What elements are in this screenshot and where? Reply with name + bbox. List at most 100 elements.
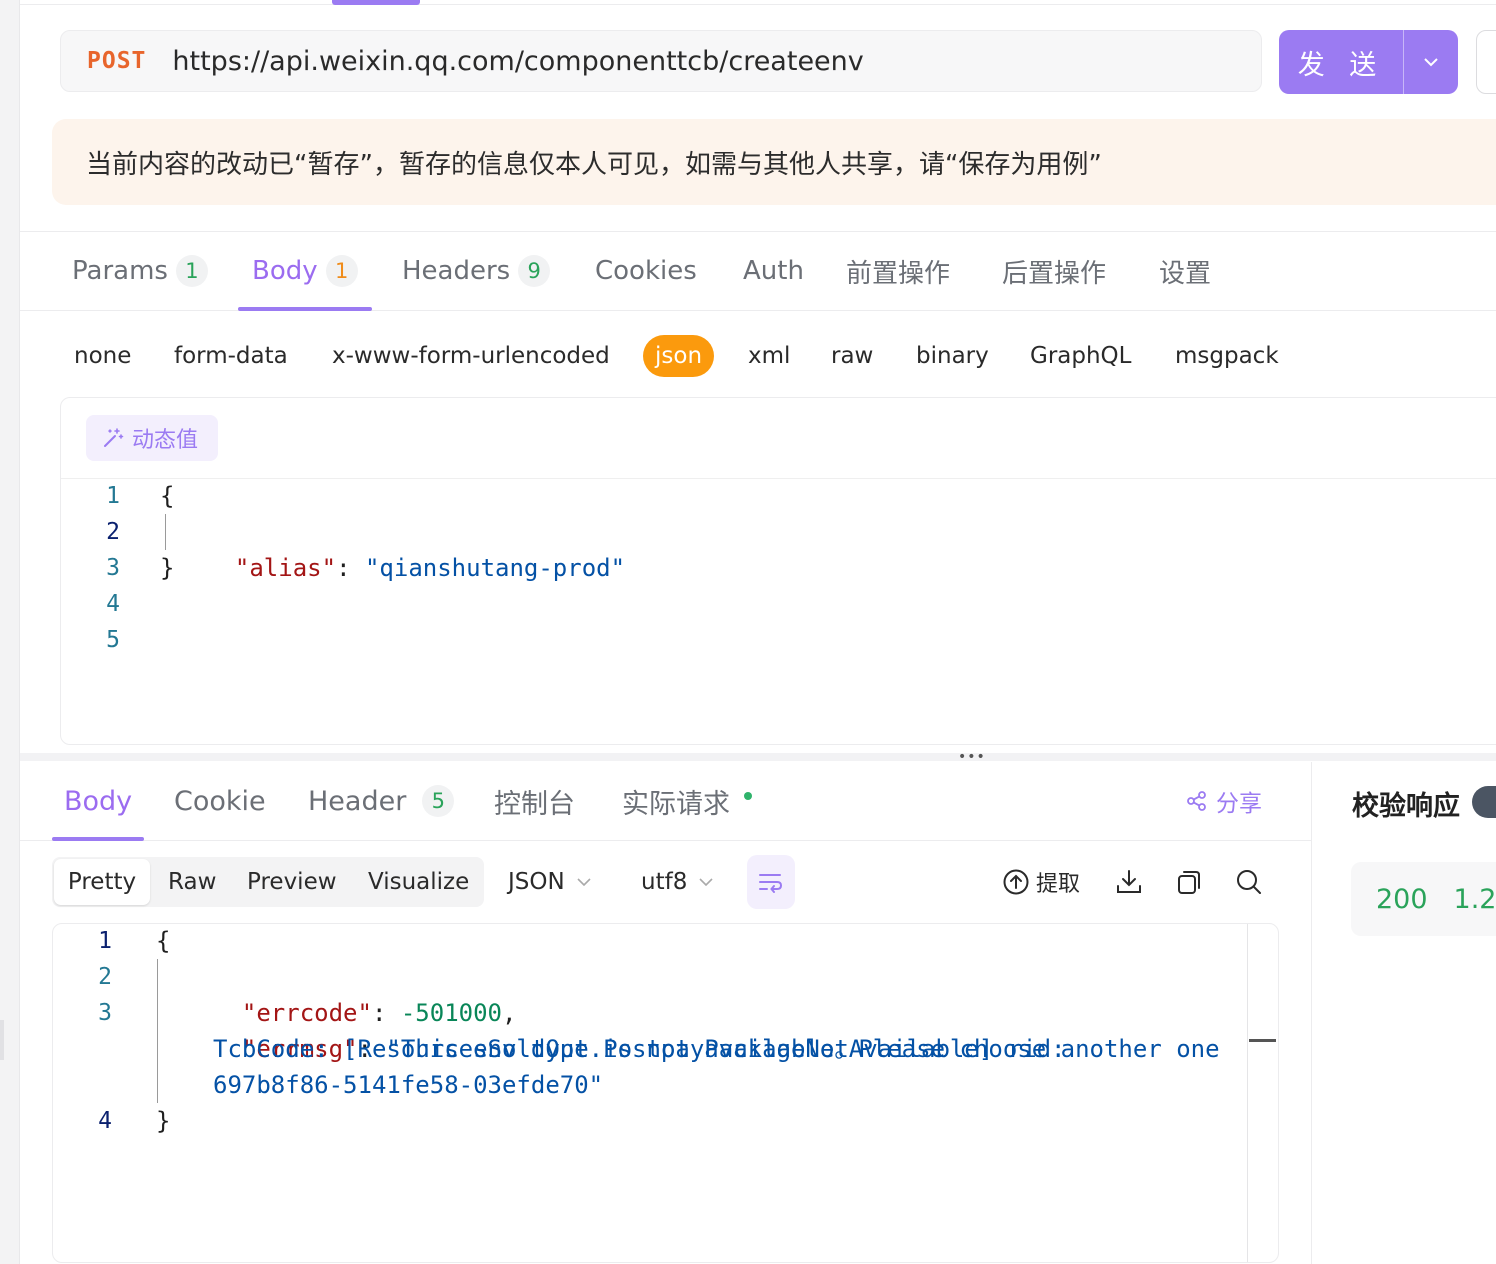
body-type-urlencoded[interactable]: x-www-form-urlencoded	[332, 343, 610, 369]
body-type-json[interactable]: json	[643, 335, 715, 377]
tab-params[interactable]: Params 1	[72, 232, 208, 310]
tab-label: Params	[72, 256, 168, 286]
body-type-binary[interactable]: binary	[916, 343, 989, 369]
tab-body[interactable]: Body 1	[238, 232, 372, 311]
json-colon: :	[336, 554, 365, 582]
tab-label: Body	[252, 256, 318, 286]
draft-notice: 当前内容的改动已“暂存”，暂存的信息仅本人可见，如需与其他人共享，请“保存为用例…	[52, 119, 1496, 205]
tab-response-header[interactable]: Header 5	[308, 762, 455, 840]
indent-guide	[157, 959, 158, 1103]
body-type-msgpack[interactable]: msgpack	[1175, 343, 1279, 369]
json-value-continued: TcbCode: [ResourcesSoldOut.PostpayPackag…	[213, 1035, 1066, 1063]
url-input[interactable]: https://api.weixin.qq.com/componenttcb/c…	[172, 46, 863, 77]
word-wrap-icon	[759, 874, 783, 893]
view-pretty[interactable]: Pretty	[54, 859, 150, 905]
verify-response-title: 校验响应	[1352, 791, 1460, 822]
panel-splitter[interactable]	[20, 753, 1496, 761]
scrollbar-track[interactable]	[1247, 924, 1248, 1262]
editor-divider	[61, 478, 1496, 479]
body-type-graphql[interactable]: GraphQL	[1030, 343, 1131, 369]
tab-headers[interactable]: Headers 9	[402, 232, 551, 310]
view-visualize[interactable]: Visualize	[368, 859, 469, 905]
copy-button[interactable]	[1171, 864, 1207, 900]
tab-pre-actions[interactable]: 前置操作	[846, 232, 950, 310]
count-badge: 5	[422, 785, 455, 817]
tab-label: Headers	[402, 256, 511, 286]
json-key: "alias"	[234, 554, 337, 582]
left-gutter	[0, 0, 20, 1264]
dynamic-value-button[interactable]: 动态值	[86, 415, 218, 461]
line-number: 4	[98, 1108, 112, 1134]
tab-console[interactable]: 控制台	[494, 762, 575, 840]
tab-response-body[interactable]: Body	[51, 762, 145, 841]
status-code: 200	[1376, 883, 1428, 915]
line-number: 2	[106, 519, 120, 545]
code-token: }	[156, 1107, 171, 1135]
tab-label: 设置	[1159, 258, 1212, 289]
line-number: 2	[98, 964, 112, 990]
encoding-select[interactable]: utf8	[641, 857, 713, 907]
view-mode-segmented: Pretty Raw Preview Visualize	[52, 857, 484, 907]
code-token: {	[160, 482, 175, 510]
http-method[interactable]: POST	[87, 48, 146, 74]
encoding-value: utf8	[641, 869, 688, 895]
view-raw[interactable]: Raw	[168, 859, 216, 905]
status-dot	[744, 792, 752, 800]
body-type-raw[interactable]: raw	[831, 343, 873, 369]
tab-label: 控制台	[494, 788, 575, 820]
left-resize-handle[interactable]	[0, 1020, 4, 1060]
format-value: JSON	[508, 869, 565, 895]
code-line: "errmsg": "This env type is not availabl…	[241, 1035, 1220, 1063]
notice-text: 当前内容的改动已“暂存”，暂存的信息仅本人可见，如需与其他人共享，请“保存为用例…	[86, 149, 1102, 180]
magic-wand-icon	[104, 428, 124, 447]
tab-label: 实际请求	[622, 788, 730, 820]
send-dropdown[interactable]	[1404, 57, 1458, 67]
save-button[interactable]	[1476, 30, 1496, 94]
view-preview[interactable]: Preview	[247, 859, 337, 905]
tab-label: Cookies	[595, 256, 697, 286]
chevron-down-icon	[577, 878, 591, 886]
line-number: 3	[98, 1000, 112, 1026]
extract-label: 提取	[1036, 872, 1081, 897]
share-button[interactable]: 分享	[1186, 762, 1262, 840]
code-line: "errcode": -501000,	[241, 999, 517, 1027]
response-tabs: Body Cookie Header 5 控制台 实际请求	[20, 762, 1311, 841]
line-number: 3	[106, 555, 120, 581]
code-token: }	[160, 554, 175, 582]
download-icon	[1117, 870, 1141, 893]
tab-label: Auth	[743, 256, 804, 286]
tab-actual-request[interactable]: 实际请求	[622, 762, 752, 840]
tab-post-actions[interactable]: 后置操作	[1002, 232, 1106, 310]
count-badge: 9	[518, 255, 551, 287]
line-number: 1	[98, 928, 112, 954]
drag-handle-icon[interactable]: •••	[958, 750, 986, 764]
tab-cookies[interactable]: Cookies	[595, 232, 697, 310]
tab-label: 后置操作	[1002, 258, 1107, 289]
upload-circle-icon	[1003, 869, 1029, 895]
tab-label: Body	[64, 785, 133, 817]
format-select[interactable]: JSON	[508, 857, 591, 907]
search-button[interactable]	[1231, 864, 1267, 900]
tab-auth[interactable]: Auth	[743, 232, 804, 310]
body-type-xml[interactable]: xml	[748, 343, 790, 369]
share-label: 分享	[1216, 791, 1262, 817]
count-badge: 1	[325, 255, 358, 287]
code-token: {	[156, 927, 171, 955]
tab-settings[interactable]: 设置	[1159, 232, 1211, 310]
body-type-form-data[interactable]: form-data	[174, 343, 288, 369]
copy-icon	[1178, 871, 1200, 894]
request-tabs: Params 1 Body 1 Headers 9 Cookies Auth 前…	[20, 232, 1496, 311]
url-bar[interactable]: POST https://api.weixin.qq.com/component…	[60, 30, 1262, 92]
tab-response-cookie[interactable]: Cookie	[174, 762, 266, 840]
body-type-none[interactable]: none	[74, 343, 131, 369]
scrollbar-marker[interactable]	[1249, 1039, 1276, 1042]
send-button[interactable]: 发 送	[1279, 30, 1458, 94]
indent-guide	[165, 514, 166, 550]
word-wrap-button[interactable]	[747, 855, 795, 909]
code-line: "alias": "qianshutang-prod"	[206, 514, 625, 582]
verify-toggle[interactable]	[1472, 786, 1496, 818]
dynamic-value-label: 动态值	[132, 428, 199, 453]
tab-label: 前置操作	[846, 258, 951, 289]
extract-button[interactable]: 提取	[1002, 864, 1080, 900]
download-button[interactable]	[1111, 864, 1147, 900]
